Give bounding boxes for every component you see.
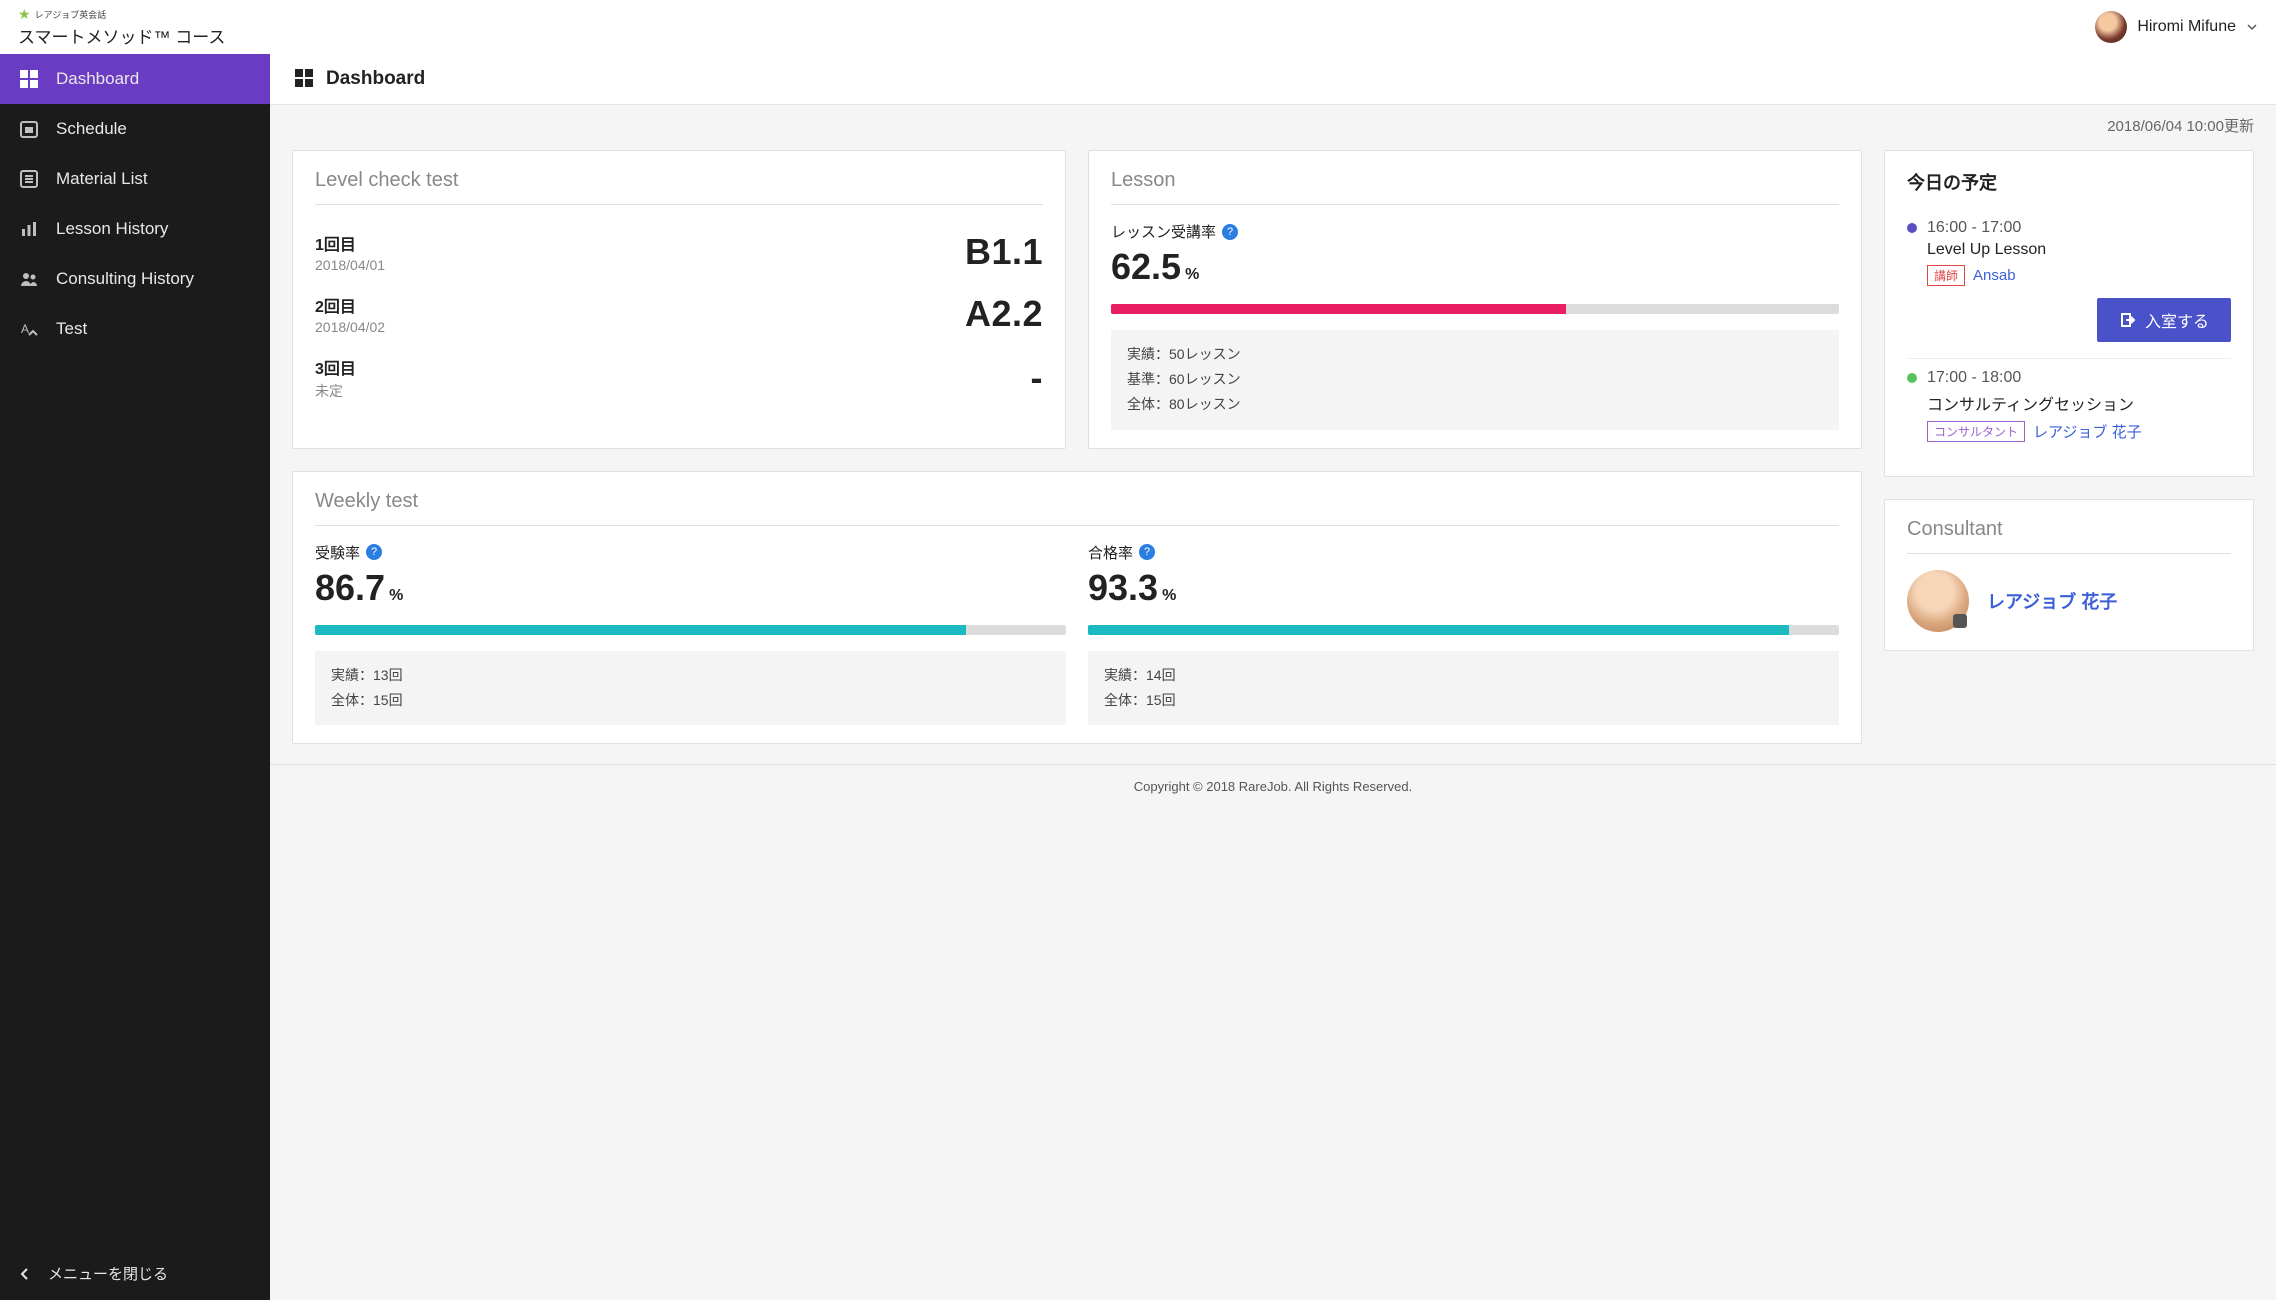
user-menu[interactable]: Hiromi Mifune (2095, 11, 2258, 43)
exam-rate-value: 86.7 (315, 567, 385, 609)
chevron-down-icon (2246, 21, 2258, 33)
calendar-icon (18, 118, 40, 140)
sidebar: Dashboard Schedule Material List Lesson His… (0, 54, 270, 1300)
lc-date: 2018/04/02 (315, 319, 385, 335)
role-badge: 講師 (1927, 265, 1965, 286)
exam-rate-label: 受験率 (315, 542, 360, 563)
people-icon (18, 268, 40, 290)
level-check-title: Level check test (315, 169, 1043, 205)
logo-subtitle: レアジョブ英会話 (35, 8, 107, 21)
sidebar-item-lesson-history[interactable]: Lesson History (0, 204, 270, 254)
lesson-rate-label: レッスン受講率 (1111, 221, 1216, 242)
lesson-card: Lesson レッスン受講率 ? 62.5 % (1088, 150, 1862, 449)
pass-rate-value: 93.3 (1088, 567, 1158, 609)
weekly-title: Weekly test (315, 490, 1839, 526)
exam-details: 実績：13回 全体：15回 (315, 651, 1066, 725)
svg-text:A: A (21, 322, 29, 336)
chevron-left-icon (18, 1267, 32, 1281)
sidebar-item-label: Dashboard (56, 69, 139, 89)
help-icon[interactable]: ? (1222, 224, 1238, 240)
chart-icon (18, 218, 40, 240)
sidebar-item-label: Material List (56, 169, 148, 189)
sched-name: Level Up Lesson (1927, 241, 2231, 259)
lesson-progress (1111, 304, 1839, 314)
pass-details: 実績：14回 全体：15回 (1088, 651, 1839, 725)
lc-date: 未定 (315, 381, 356, 401)
sidebar-item-test[interactable]: A Test (0, 304, 270, 354)
pass-rate-label: 合格率 (1088, 542, 1133, 563)
schedule-item: 17:00 - 18:00 コンサルティングセッションコンサルタントレアジョブ 花… (1907, 359, 2231, 458)
today-title: 今日の予定 (1907, 169, 2231, 195)
enter-room-button[interactable]: 入室する (2097, 298, 2231, 342)
lc-label: 3回目 (315, 355, 356, 379)
logo-title: スマートメソッド™ コース (18, 23, 225, 48)
sidebar-close[interactable]: メニューを閉じる (0, 1247, 270, 1300)
logo[interactable]: ★ レアジョブ英会話 スマートメソッド™ コース (18, 6, 225, 48)
top-header: ★ レアジョブ英会話 スマートメソッド™ コース Hiromi Mifune (0, 0, 2276, 54)
person-link[interactable]: レアジョブ 花子 (2033, 421, 2142, 442)
dashboard-icon (18, 68, 40, 90)
sidebar-item-label: Test (56, 319, 87, 339)
list-icon (18, 168, 40, 190)
lc-label: 2回目 (315, 293, 385, 317)
sched-time: 17:00 - 18:00 (1927, 369, 2021, 387)
page-title: Dashboard (326, 68, 425, 90)
sidebar-item-consulting-history[interactable]: Consulting History (0, 254, 270, 304)
sidebar-item-schedule[interactable]: Schedule (0, 104, 270, 154)
exam-progress (315, 625, 1066, 635)
consultant-name-link[interactable]: レアジョブ 花子 (1987, 588, 2117, 614)
role-badge: コンサルタント (1927, 421, 2025, 442)
sidebar-item-label: Consulting History (56, 269, 194, 289)
level-check-row: 3回目未定 - (315, 345, 1043, 411)
weekly-test-card: Weekly test 受験率 ? 86.7 % (292, 471, 1862, 744)
person-link[interactable]: Ansab (1973, 267, 2016, 284)
level-check-row: 2回目 2018/04/02 A2.2 (315, 283, 1043, 345)
sidebar-item-dashboard[interactable]: Dashboard (0, 54, 270, 104)
lc-result: B1.1 (965, 231, 1043, 273)
enter-icon (2119, 311, 2137, 329)
page-header: Dashboard (270, 54, 2276, 105)
lesson-rate-value: 62.5 (1111, 246, 1181, 288)
sched-name: コンサルティングセッション (1927, 391, 2231, 415)
level-check-row: 1回目 2018/04/01 B1.1 (315, 221, 1043, 283)
sched-time: 16:00 - 17:00 (1927, 219, 2021, 237)
lc-result: A2.2 (965, 293, 1043, 335)
help-icon[interactable]: ? (1139, 544, 1155, 560)
pass-progress (1088, 625, 1839, 635)
level-check-card: Level check test 1回目 2018/04/01 B1.1 2回目 201… (292, 150, 1066, 449)
lc-label: 1回目 (315, 231, 385, 255)
test-icon: A (18, 318, 40, 340)
lesson-details: 実績：50レッスン 基準：60レッスン 全体：80レッスン (1111, 330, 1839, 430)
dashboard-icon (294, 68, 316, 90)
dot-icon (1907, 223, 1917, 233)
avatar (2095, 11, 2127, 43)
update-timestamp: 2018/06/04 10:00更新 (270, 105, 2276, 136)
today-schedule-card: 今日の予定 16:00 - 17:00 Level Up Lesson 講師 Ansa… (1884, 150, 2254, 477)
sidebar-close-label: メニューを閉じる (48, 1263, 168, 1284)
lesson-rate-unit: % (1185, 266, 1199, 284)
consultant-title: Consultant (1907, 518, 2231, 554)
lc-date: 2018/04/01 (315, 257, 385, 273)
help-icon[interactable]: ? (366, 544, 382, 560)
star-icon: ★ (18, 6, 31, 23)
footer-copyright: Copyright © 2018 RareJob. All Rights Res… (270, 764, 2276, 808)
user-name: Hiromi Mifune (2137, 18, 2236, 36)
consultant-card: Consultant レアジョブ 花子 (1884, 499, 2254, 651)
sidebar-item-label: Lesson History (56, 219, 168, 239)
sidebar-item-label: Schedule (56, 119, 127, 139)
dot-icon (1907, 373, 1917, 383)
schedule-item: 16:00 - 17:00 Level Up Lesson 講師 Ansab 入室する (1907, 209, 2231, 359)
lesson-title: Lesson (1111, 169, 1839, 205)
lc-result: - (1031, 357, 1044, 399)
sidebar-item-material-list[interactable]: Material List (0, 154, 270, 204)
consultant-avatar (1907, 570, 1969, 632)
